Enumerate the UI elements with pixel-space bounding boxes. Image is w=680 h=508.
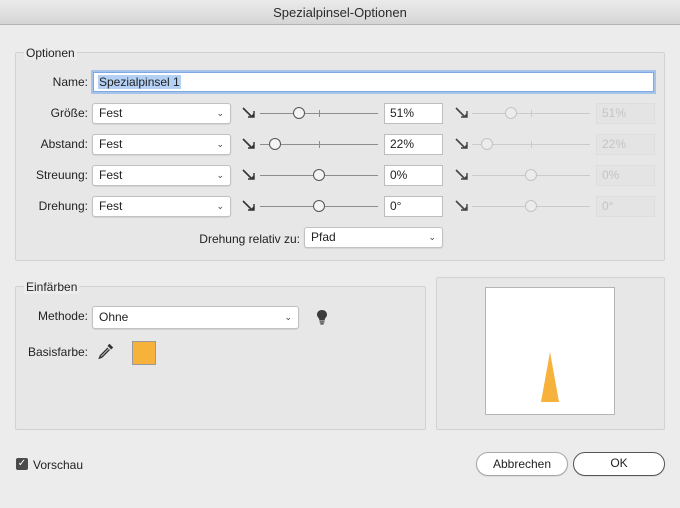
chevron-down-icon: ⌄ (216, 108, 224, 118)
rotation-relative-label: Drehung relativ zu: (199, 232, 300, 246)
name-input-value: Spezialpinsel 1 (98, 75, 181, 89)
pen-pressure-icon[interactable] (242, 169, 256, 181)
method-select[interactable]: Ohne ⌄ (92, 306, 299, 329)
option-row-mode-value: Fest (99, 168, 123, 182)
base-color-label: Basisfarbe: (27, 345, 88, 359)
option-row-mode-select[interactable]: Fest ⌄ (92, 165, 231, 186)
base-color-swatch[interactable] (132, 341, 156, 365)
option-row-variation-value: 0° (602, 199, 614, 213)
option-row-mode-value: Fest (99, 199, 123, 213)
option-row-mode-select[interactable]: Fest ⌄ (92, 103, 231, 124)
chevron-down-icon: ⌄ (284, 312, 292, 322)
ok-button[interactable]: OK (573, 452, 665, 476)
option-row-variation-slider-thumb (525, 200, 537, 212)
option-row-variation-slider-thumb (525, 169, 537, 181)
pen-pressure-icon[interactable] (242, 107, 256, 119)
pen-pressure-icon[interactable] (455, 169, 469, 181)
pen-pressure-icon[interactable] (455, 200, 469, 212)
option-row-value: 0° (390, 199, 402, 213)
option-row-variation-value-input: 0% (596, 165, 655, 186)
option-row-mode-select[interactable]: Fest ⌄ (92, 196, 231, 217)
preview-checkbox[interactable]: ✓ (16, 458, 28, 470)
brush-preview (485, 287, 615, 415)
option-row-value: 0% (390, 168, 408, 182)
pen-pressure-icon[interactable] (242, 138, 256, 150)
option-row-mode-value: Fest (99, 106, 123, 120)
name-input[interactable]: Spezialpinsel 1 (93, 72, 654, 92)
option-row-variation-value: 51% (602, 106, 627, 120)
name-label: Name: (52, 75, 88, 89)
chevron-down-icon: ⌄ (216, 201, 224, 211)
window-title: Spezialpinsel-Optionen (0, 0, 680, 25)
pen-pressure-icon[interactable] (242, 200, 256, 212)
brush-stroke-preview (541, 352, 559, 402)
option-row-mode-value: Fest (99, 137, 123, 151)
option-row-variation-value-input: 22% (596, 134, 655, 155)
option-row-value: 22% (390, 137, 415, 151)
colorize-legend: Einfärben (24, 280, 80, 294)
option-row-slider-thumb[interactable] (292, 107, 305, 119)
chevron-down-icon: ⌄ (428, 232, 436, 242)
option-row-variation-value-input: 0° (596, 196, 655, 217)
slider-center-tick (319, 110, 320, 117)
pen-pressure-icon[interactable] (455, 138, 469, 150)
option-row-variation-slider-thumb (504, 107, 517, 119)
cancel-button[interactable]: Abbrechen (476, 452, 568, 476)
preview-checkbox-label: Vorschau (33, 458, 84, 472)
chevron-down-icon: ⌄ (216, 139, 224, 149)
method-label: Methode: (37, 309, 88, 323)
lightbulb-icon[interactable] (316, 309, 328, 328)
option-row-variation-value: 22% (602, 137, 627, 151)
option-row-value-input[interactable]: 0% (384, 165, 443, 186)
option-row-variation-value-input: 51% (596, 103, 655, 124)
option-row-slider-thumb[interactable] (313, 169, 325, 181)
option-row-mode-select[interactable]: Fest ⌄ (92, 134, 231, 155)
option-row-value-input[interactable]: 51% (384, 103, 443, 124)
slider-center-tick (531, 141, 532, 148)
option-row-value-input[interactable]: 22% (384, 134, 443, 155)
option-row-label: Größe: (50, 106, 88, 120)
slider-center-tick (531, 110, 532, 117)
pen-pressure-icon[interactable] (455, 107, 469, 119)
eyedropper-icon[interactable] (97, 342, 115, 363)
option-row-variation-value: 0% (602, 168, 620, 182)
method-value: Ohne (99, 310, 129, 324)
rotation-relative-value: Pfad (311, 230, 336, 244)
option-row-slider-thumb[interactable] (313, 200, 325, 212)
rotation-relative-select[interactable]: Pfad ⌄ (304, 227, 443, 248)
option-row-label: Streuung: (35, 168, 88, 182)
option-row-value-input[interactable]: 0° (384, 196, 443, 217)
chevron-down-icon: ⌄ (216, 170, 224, 180)
slider-center-tick (319, 141, 320, 148)
option-row-label: Drehung: (38, 199, 88, 213)
option-row-value: 51% (390, 106, 415, 120)
options-legend: Optionen (24, 46, 77, 60)
option-row-label: Abstand: (40, 137, 88, 151)
